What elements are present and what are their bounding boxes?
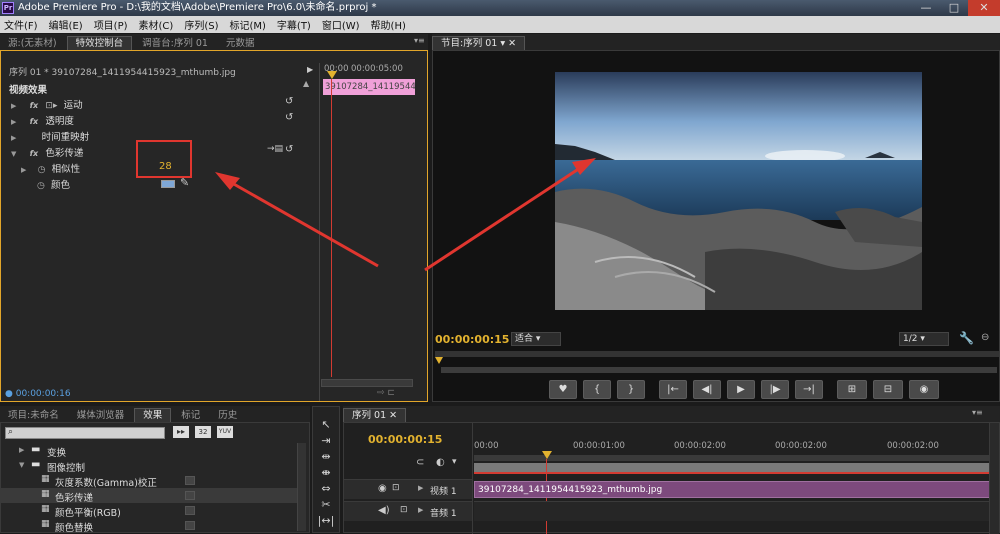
slip-tool-icon[interactable]: |↔| (317, 513, 335, 529)
effect-item-icon: ▦ (41, 504, 50, 514)
accelerated-effects-icon[interactable]: ▸▸ (173, 426, 189, 438)
lock-icon[interactable]: ⊡ (392, 483, 400, 493)
divider (472, 423, 473, 534)
folder-icon: ▬ (31, 459, 41, 470)
speaker-icon[interactable]: ◀) (378, 505, 390, 516)
folder-label: 图像控制 (47, 463, 86, 474)
ruler-label: 00:00 (474, 441, 499, 451)
timeline-playhead-marker[interactable] (542, 451, 552, 459)
work-area-bar[interactable] (474, 455, 999, 461)
timeline-menu-icon[interactable]: ▾≡ (972, 408, 983, 417)
marker-icon[interactable]: ◐ (436, 457, 445, 468)
tab-markers[interactable]: 标记 (173, 408, 208, 422)
effect-item-icon: ▦ (41, 489, 50, 499)
video-clip[interactable]: 39107284_1411954415923_mthumb.jpg (474, 481, 996, 498)
render-bar (474, 472, 999, 474)
accelerated-badge (185, 476, 195, 485)
audio-track-area[interactable] (474, 501, 999, 521)
timeline-scrollbar[interactable] (989, 423, 999, 534)
video-track-name: 视频 1 (430, 487, 457, 497)
lock-icon[interactable]: ⊡ (400, 505, 408, 515)
collapse-arrow-icon[interactable]: ▼ (19, 461, 24, 469)
snap-icon[interactable]: ⊂ (416, 457, 424, 468)
video-track-header: ◉ ⊡ ▶ 视频 1 (344, 479, 472, 499)
expand-track-icon[interactable]: ▶ (418, 484, 423, 492)
effect-row[interactable]: ▦ 灰度系数(Gamma)校正 (1, 473, 297, 489)
effect-label: 颜色平衡(RGB) (55, 508, 121, 519)
selection-tool-icon[interactable]: ↖ (317, 417, 335, 433)
timeline-tabs: 序列 01 ✕ (343, 406, 1000, 422)
effect-label: 颜色替换 (55, 523, 94, 534)
ripple-edit-tool-icon[interactable]: ⇹ (317, 449, 335, 465)
ruler-label: 00:00:02:00 (674, 441, 726, 451)
folder-icon: ▬ (31, 444, 41, 455)
rate-stretch-tool-icon[interactable]: ⇔ (317, 481, 335, 497)
folder-label: 变换 (47, 448, 67, 459)
search-icon: ⌕ (8, 427, 14, 437)
folder-row[interactable]: ▶ ▬ 变换 (1, 443, 297, 459)
audio-track-name: 音频 1 (430, 509, 457, 519)
rolling-edit-tool-icon[interactable]: ⇼ (317, 465, 335, 481)
effects-search-input[interactable]: ⌕ (5, 427, 165, 439)
effect-row[interactable]: ▦ 颜色平衡(RGB) (1, 503, 297, 519)
arrow-shaft-left (231, 181, 379, 268)
expand-arrow-icon[interactable]: ▶ (19, 446, 24, 454)
tab-effects[interactable]: 效果 (134, 408, 172, 422)
tools-panel: ↖ ⇥ ⇹ ⇼ ⇔ ✂ |↔| (312, 406, 340, 533)
add-marker-icon[interactable]: ▾ (452, 457, 457, 467)
ruler-label: 00:00:02:00 (887, 441, 939, 451)
tab-media-browser[interactable]: 媒体浏览器 (69, 408, 133, 422)
timeline-timecode[interactable]: 00:00:00:15 (368, 433, 442, 446)
eye-icon[interactable]: ◉ (378, 483, 387, 494)
accelerated-badge (185, 506, 195, 515)
accelerated-badge (185, 521, 195, 530)
effect-label: 灰度系数(Gamma)校正 (55, 478, 157, 489)
timeline-panel: 00:00:00:15 ⊂ ◐ ▾ 00:00 00:00:01:00 00:0… (343, 422, 1000, 534)
ruler-label: 00:00:01:00 (573, 441, 625, 451)
sequence-tab-label: 序列 01 (352, 410, 387, 421)
track-select-tool-icon[interactable]: ⇥ (317, 433, 335, 449)
audio-track-header: ◀) ⊡ ▶ 音频 1 (344, 501, 472, 521)
tab-history[interactable]: 历史 (210, 408, 245, 422)
effect-label: 色彩传递 (55, 493, 94, 504)
effect-item-icon: ▦ (41, 519, 50, 529)
ruler-label: 00:00:02:00 (775, 441, 827, 451)
accelerated-badge (185, 491, 195, 500)
project-tabs: 项目:未命名 媒体浏览器 效果 标记 历史 (0, 406, 310, 422)
arrow-head-left (215, 172, 240, 190)
tab-project[interactable]: 项目:未命名 (0, 408, 67, 422)
32bit-effects-icon[interactable]: 32 (195, 426, 211, 438)
expand-track-icon[interactable]: ▶ (418, 506, 423, 514)
effect-row[interactable]: ▦ 颜色替换 (1, 518, 297, 534)
arrow-shaft-right (424, 166, 581, 272)
effects-scrollbar[interactable] (297, 443, 306, 531)
folder-row[interactable]: ▼ ▬ 图像控制 (1, 458, 297, 474)
effects-panel: ⌕ ▸▸ 32 YUV ▶ ▬ 变换 ▼ ▬ 图像控制 ▦ 灰度系数(Gamma)校正 ▦ 色彩传… (0, 422, 310, 534)
effect-item-icon: ▦ (41, 474, 50, 484)
tab-sequence[interactable]: 序列 01 ✕ (343, 408, 407, 422)
razor-tool-icon[interactable]: ✂ (317, 497, 335, 513)
yuv-effects-icon[interactable]: YUV (217, 426, 233, 438)
effect-row[interactable]: ▦ 色彩传递 (1, 488, 297, 504)
